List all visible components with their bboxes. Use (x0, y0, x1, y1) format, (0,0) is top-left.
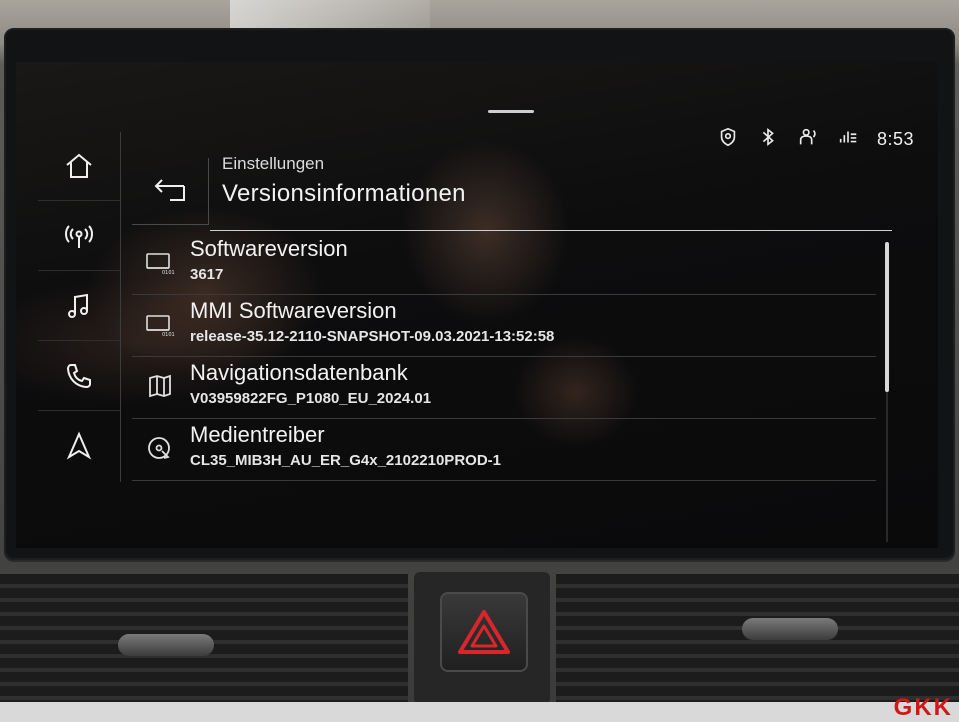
vent-knob-left[interactable] (118, 634, 214, 656)
list-item-softwareversion[interactable]: 0101 Softwareversion 3617 (132, 232, 876, 295)
scrollbar-thumb[interactable] (885, 242, 889, 392)
watermark-logo: GKK (893, 694, 953, 721)
infotainment-display: 8:53 Einstellungen Versionsinformationen… (16, 62, 938, 548)
map-icon (144, 372, 176, 400)
media-disc-icon (144, 434, 176, 462)
nav-home[interactable] (38, 132, 120, 201)
list-item-title: MMI Softwareversion (190, 298, 397, 323)
list-item-value: 3617 (190, 266, 224, 283)
svg-text:0101: 0101 (162, 270, 175, 276)
nav-phone[interactable] (38, 342, 120, 411)
breadcrumb[interactable]: Einstellungen (222, 154, 324, 174)
svg-text:0101: 0101 (162, 332, 175, 338)
list-item-value: release-35.12-2110-SNAPSHOT-09.03.2021-1… (190, 328, 555, 345)
photo-stage: 8:53 Einstellungen Versionsinformationen… (0, 0, 959, 722)
list-item-medientreiber[interactable]: Medientreiber CL35_MIB3H_AU_ER_G4x_21022… (132, 418, 876, 481)
list-item-title: Medientreiber (190, 422, 325, 447)
radio-icon (65, 225, 93, 248)
nav-rail (38, 132, 121, 482)
signal-settings-icon (837, 126, 859, 153)
list-item-value: CL35_MIB3H_AU_ER_G4x_2102210PROD-1 (190, 452, 501, 469)
status-bar: 8:53 (717, 126, 914, 152)
version-list: 0101 Softwareversion 3617 0101 MMI Softw… (132, 232, 876, 532)
back-arrow-icon (154, 179, 185, 201)
nav-radio[interactable] (38, 202, 120, 271)
header-divider (210, 230, 892, 231)
list-item-mmi-softwareversion[interactable]: 0101 MMI Softwareversion release-35.12-2… (132, 294, 876, 357)
phone-icon (66, 364, 91, 389)
bottom-strip (0, 702, 959, 722)
navigation-icon (66, 431, 92, 460)
memory-card-icon: 0101 (144, 310, 176, 338)
air-vent-left (0, 572, 408, 704)
vent-knob-right[interactable] (742, 618, 838, 640)
air-vent-right (556, 572, 959, 704)
pull-down-handle[interactable] (488, 110, 534, 113)
home-icon (66, 153, 92, 178)
person-voice-icon (797, 126, 819, 153)
list-item-navigationsdatenbank[interactable]: Navigationsdatenbank V03959822FG_P1080_E… (132, 356, 876, 419)
list-item-value: V03959822FG_P1080_EU_2024.01 (190, 390, 432, 407)
hazard-button[interactable] (440, 592, 528, 672)
bluetooth-icon (757, 126, 779, 153)
clock: 8:53 (876, 128, 914, 149)
location-shield-icon (717, 126, 739, 153)
list-item-title: Softwareversion (190, 236, 348, 261)
music-icon (68, 293, 88, 318)
nav-media[interactable] (38, 272, 120, 341)
memory-card-icon: 0101 (144, 248, 176, 276)
page-title: Versionsinformationen (222, 180, 466, 207)
hazard-triangle-icon (458, 610, 510, 654)
back-button[interactable] (132, 158, 209, 225)
list-item-title: Navigationsdatenbank (190, 360, 408, 385)
nav-navigation[interactable] (38, 412, 120, 480)
